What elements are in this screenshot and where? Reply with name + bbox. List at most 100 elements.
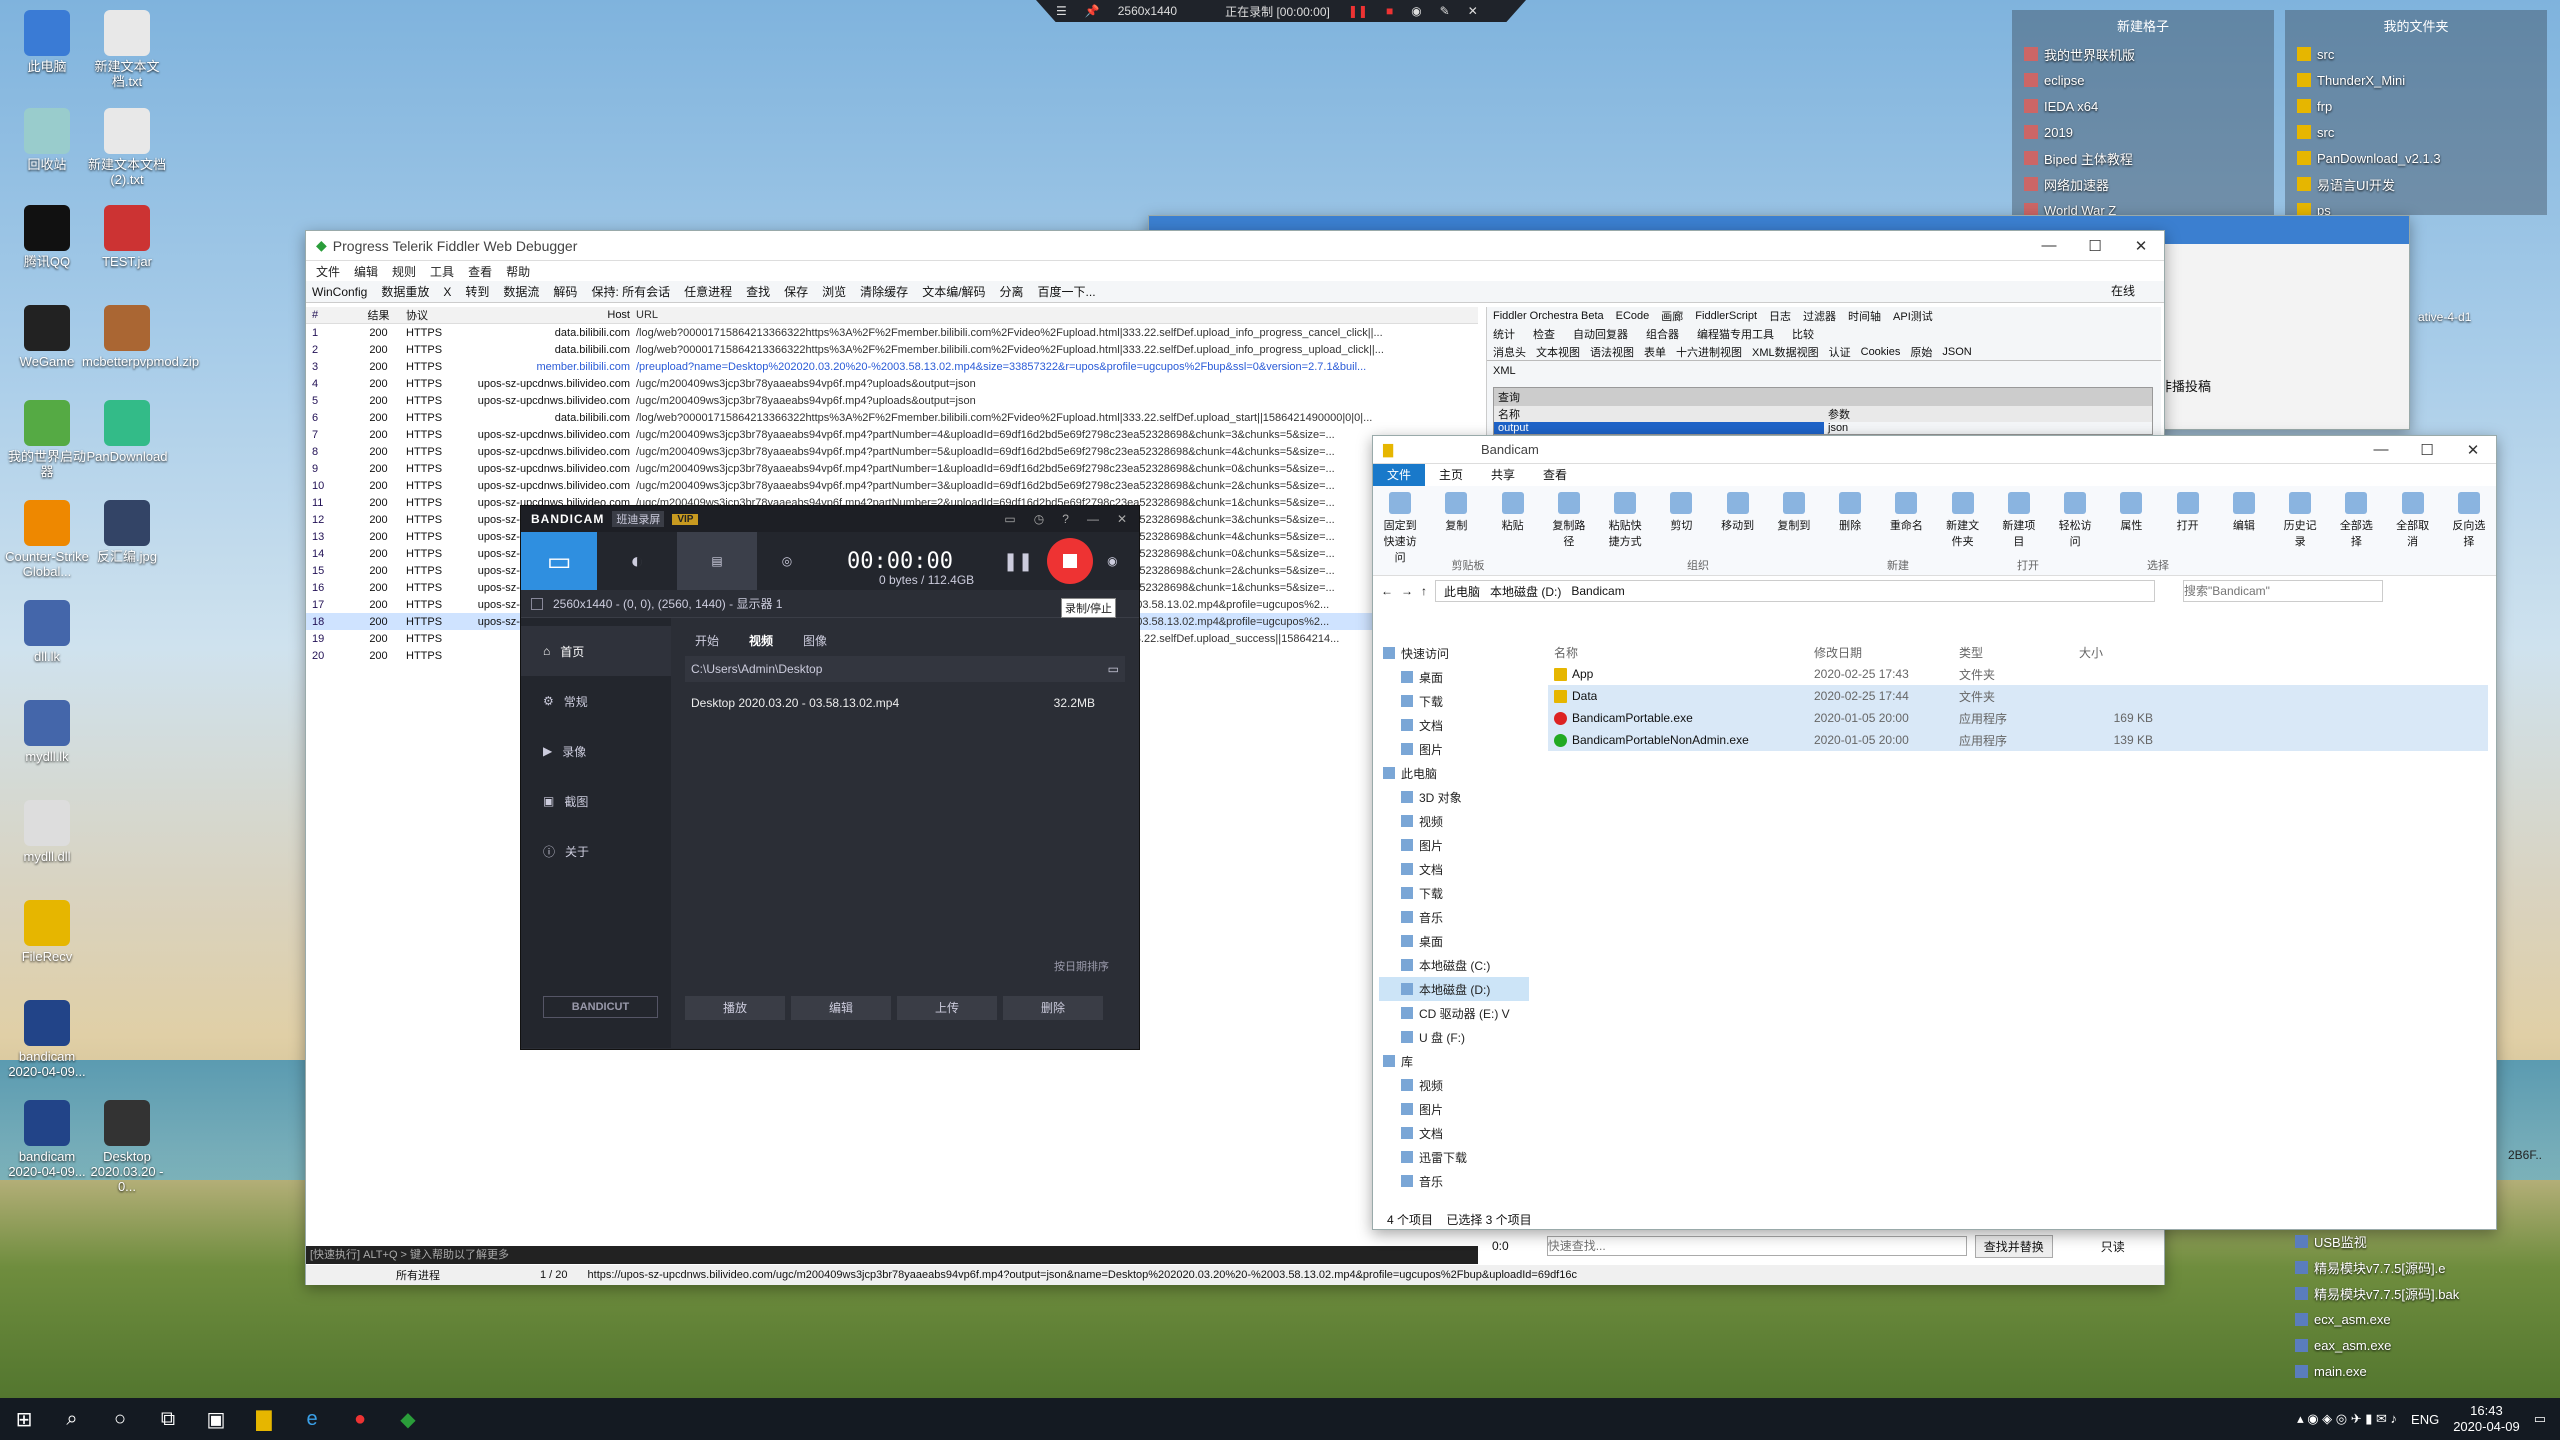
- desktop-icon[interactable]: 反汇编.jpg: [82, 500, 172, 564]
- session-row[interactable]: 7 200 HTTPS upos-sz-upcdnws.bilivideo.com/u…: [306, 426, 1478, 443]
- nav-item[interactable]: 迅雷下载: [1379, 1145, 1529, 1169]
- screen-mode-button[interactable]: ▭: [521, 532, 597, 590]
- bandicam-nav-item[interactable]: ⚙ 常规: [521, 676, 671, 726]
- ribbon-tab[interactable]: 主页: [1425, 464, 1477, 486]
- fence-item[interactable]: src: [2297, 119, 2547, 145]
- bandicam-action-button[interactable]: 播放: [685, 996, 785, 1020]
- bandicam-nav-item[interactable]: ▣ 截图: [521, 776, 671, 826]
- ribbon-button[interactable]: 复制路径: [1548, 492, 1590, 565]
- nav-item[interactable]: 本地磁盘 (C:): [1379, 953, 1529, 977]
- desktop-icon[interactable]: 此电脑: [2, 10, 92, 74]
- ribbon-button[interactable]: 新建项目: [1998, 492, 2040, 565]
- explorer-taskbar-icon[interactable]: ▇: [240, 1398, 288, 1440]
- camera-icon[interactable]: ◉: [1411, 4, 1421, 18]
- store-icon[interactable]: ▣: [192, 1398, 240, 1440]
- file-row[interactable]: BandicamPortable.exe 2020-01-05 20:00 应用程序…: [1548, 707, 2488, 729]
- ribbon-button[interactable]: 编辑: [2223, 492, 2265, 565]
- toolbar-button[interactable]: 浏览: [822, 283, 846, 300]
- ribbon-button[interactable]: 反向选择: [2448, 492, 2490, 565]
- hdmi-mode-button[interactable]: ▤: [677, 532, 757, 590]
- file-row[interactable]: App 2020-02-25 17:43 文件夹: [1548, 663, 2488, 685]
- desktop-list-item[interactable]: USB监视: [2295, 1228, 2545, 1254]
- ribbon-button[interactable]: 移动到: [1717, 492, 1759, 565]
- breadcrumb-item[interactable]: Bandicam: [1571, 584, 1624, 598]
- inspector-tab[interactable]: FiddlerScript: [1695, 310, 1757, 322]
- fence-item[interactable]: 2019: [2024, 119, 2274, 145]
- inspector-tab[interactable]: 表单: [1644, 344, 1666, 360]
- qs-row-value[interactable]: json: [1824, 422, 1848, 434]
- pause-button[interactable]: ❚❚: [1003, 551, 1033, 572]
- ribbon-tab[interactable]: 共享: [1477, 464, 1529, 486]
- toolbar-button[interactable]: 清除缓存: [860, 283, 908, 300]
- bandicam-action-button[interactable]: 编辑: [791, 996, 891, 1020]
- close-icon[interactable]: ✕: [1468, 4, 1478, 18]
- nav-item[interactable]: 快速访问: [1379, 641, 1529, 665]
- record-stop-button[interactable]: [1047, 538, 1094, 584]
- session-row[interactable]: 3 200 HTTPS member.bilibili.com/preupload?n…: [306, 358, 1478, 375]
- inspector-tab[interactable]: API测试: [1893, 308, 1933, 324]
- pen-icon[interactable]: ✎: [1440, 4, 1450, 18]
- inspector-tab[interactable]: JSON: [1942, 346, 1971, 358]
- toolbar-button[interactable]: X: [443, 285, 451, 299]
- sort-button[interactable]: 按日期排序: [1054, 958, 1109, 974]
- nav-item[interactable]: 视频: [1379, 809, 1529, 833]
- column-header[interactable]: 修改日期: [1808, 644, 1953, 661]
- desktop-icon[interactable]: Desktop 2020.03.20 - 0...: [82, 1100, 172, 1194]
- column-header[interactable]: 大小: [2073, 644, 2153, 661]
- desktop-icon[interactable]: 回收站: [2, 108, 92, 172]
- screenshot-icon[interactable]: ◉: [1107, 554, 1117, 568]
- ribbon-tab[interactable]: 文件: [1373, 464, 1426, 486]
- nav-item[interactable]: 文档: [1379, 713, 1529, 737]
- pause-icon[interactable]: ❚❚: [1348, 4, 1368, 18]
- desktop-icon[interactable]: mydll.lk: [2, 700, 92, 764]
- maximize-icon[interactable]: ☐: [2072, 237, 2118, 255]
- desktop-icon[interactable]: 新建文本文档.txt: [82, 10, 172, 89]
- notification-icon[interactable]: ▭: [2534, 1411, 2546, 1427]
- fence-item[interactable]: PanDownload_v2.1.3: [2297, 145, 2547, 171]
- desktop-icon[interactable]: mydll.dll: [2, 800, 92, 864]
- toolbar-button[interactable]: 数据流: [503, 283, 539, 300]
- desktop-icon[interactable]: bandicam 2020-04-09...: [2, 1000, 92, 1079]
- up-icon[interactable]: ↑: [1421, 584, 1427, 598]
- fence-item[interactable]: 我的世界联机版: [2024, 41, 2274, 67]
- nav-item[interactable]: 下载: [1379, 881, 1529, 905]
- clock-time[interactable]: 16:43: [2453, 1403, 2520, 1419]
- search-input[interactable]: [2183, 580, 2383, 602]
- fence-item[interactable]: 易语言UI开发: [2297, 171, 2547, 197]
- inspector-tab[interactable]: 消息头: [1493, 344, 1526, 360]
- close-icon[interactable]: ✕: [2450, 441, 2496, 459]
- inspector-tab[interactable]: 比较: [1792, 326, 1814, 342]
- menu-item[interactable]: 编辑: [354, 263, 378, 280]
- fence-item[interactable]: IEDA x64: [2024, 93, 2274, 119]
- find-replace-button[interactable]: 查找并替换: [1974, 1234, 2053, 1258]
- column-header[interactable]: 结果: [351, 307, 406, 323]
- session-row[interactable]: 1 200 HTTPS data.bilibili.com/log/web?00001…: [306, 324, 1478, 341]
- session-row[interactable]: 10 200 HTTPS upos-sz-upcdnws.bilivideo.com /…: [306, 477, 1478, 494]
- nav-item[interactable]: 文档: [1379, 1121, 1529, 1145]
- desktop-list-item[interactable]: eax_asm.exe: [2295, 1332, 2545, 1358]
- fence-item[interactable]: Biped 主体教程: [2024, 145, 2274, 171]
- nav-item[interactable]: 图片: [1379, 737, 1529, 761]
- nav-item[interactable]: U 盘 (F:): [1379, 1025, 1529, 1049]
- nav-item[interactable]: 库: [1379, 1049, 1529, 1073]
- nav-item[interactable]: 此电脑: [1379, 761, 1529, 785]
- menu-icon[interactable]: ☰: [1056, 4, 1067, 18]
- ribbon-button[interactable]: 全部取消: [2392, 492, 2434, 565]
- nav-item[interactable]: 下载: [1379, 689, 1529, 713]
- minimize-icon[interactable]: —: [2358, 441, 2404, 459]
- bandicam-taskbar-icon[interactable]: ●: [336, 1398, 384, 1440]
- desktop-icon[interactable]: TEST.jar: [82, 205, 172, 269]
- column-header[interactable]: 协议: [406, 307, 466, 323]
- bandicut-button[interactable]: BANDICUT: [543, 996, 658, 1018]
- bandicam-nav-item[interactable]: ▶ 录像: [521, 726, 671, 776]
- ribbon-button[interactable]: 粘贴: [1492, 492, 1534, 565]
- ribbon-button[interactable]: 全部选择: [2335, 492, 2377, 565]
- inspector-tab[interactable]: Fiddler Orchestra Beta: [1493, 310, 1604, 322]
- session-row[interactable]: 4 200 HTTPS upos-sz-upcdnws.bilivideo.com/u…: [306, 375, 1478, 392]
- ribbon-button[interactable]: 粘贴快捷方式: [1604, 492, 1646, 565]
- area-checkbox[interactable]: [531, 597, 543, 610]
- edge-icon[interactable]: e: [288, 1398, 336, 1440]
- start-icon[interactable]: ⊞: [0, 1398, 48, 1440]
- ribbon-button[interactable]: 历史记录: [2279, 492, 2321, 565]
- inspector-tab[interactable]: 日志: [1769, 308, 1791, 324]
